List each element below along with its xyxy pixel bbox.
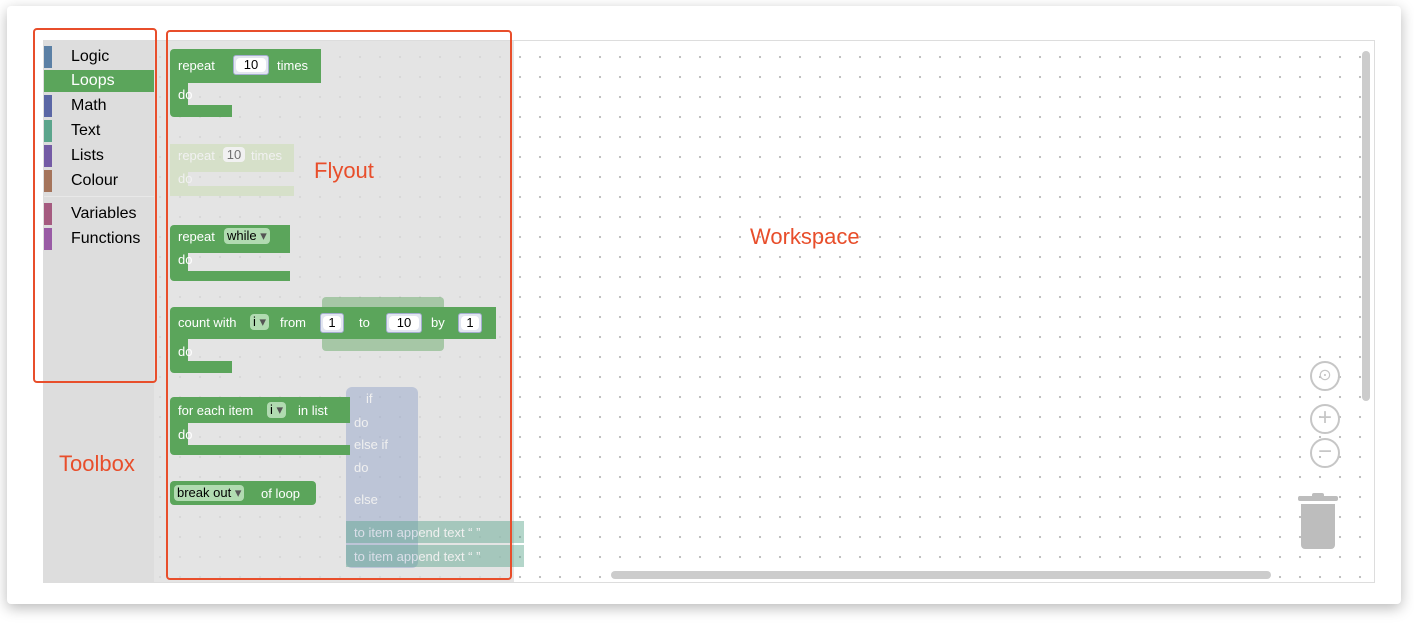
toolbox-annotation-box	[33, 28, 157, 383]
plus-icon[interactable]: +	[1310, 404, 1340, 434]
workspace-annotation-label: Workspace	[750, 224, 860, 249]
horizontal-scrollbar[interactable]	[611, 571, 1271, 579]
toolbox-annotation-label: Toolbox	[59, 451, 135, 476]
vertical-scrollbar[interactable]	[1362, 51, 1370, 401]
flyout-annotation-label: Flyout	[314, 158, 374, 183]
trash-icon[interactable]	[1298, 493, 1338, 551]
minus-icon[interactable]: −	[1310, 438, 1340, 468]
flyout-annotation-box	[166, 30, 512, 580]
crosshair-icon[interactable]: ⊙	[1310, 361, 1340, 391]
